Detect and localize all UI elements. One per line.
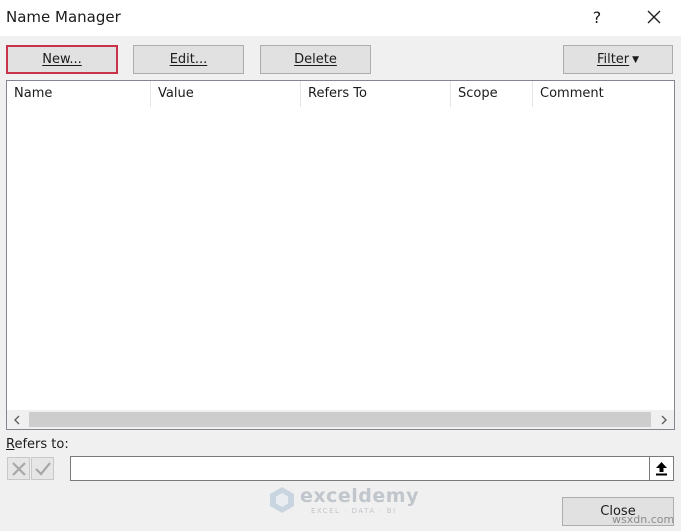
dialog-title: Name Manager	[6, 8, 121, 26]
filter-button-label: Filter	[596, 52, 630, 67]
cancel-edit-button[interactable]	[7, 457, 30, 480]
filter-button[interactable]: Filter ▼	[563, 45, 673, 74]
help-icon: ?	[592, 7, 602, 27]
new-button[interactable]: New...	[6, 45, 118, 74]
commit-edit-button[interactable]	[31, 457, 54, 480]
refers-to-label: Refers to:	[6, 437, 69, 452]
delete-button-label: Delete	[294, 52, 337, 67]
column-header-name[interactable]: Name	[7, 81, 151, 107]
edit-button-label: Edit...	[169, 52, 208, 67]
column-header-scope[interactable]: Scope	[451, 81, 533, 107]
watermark: exceldemy EXCEL · DATA · BI	[268, 484, 418, 518]
list-header: Name Value Refers To Scope Comment	[7, 81, 674, 107]
collapse-arrow-up-icon	[656, 462, 667, 476]
scroll-left-button[interactable]	[7, 410, 27, 429]
scrollbar-thumb[interactable]	[29, 412, 651, 427]
collapse-dialog-button[interactable]	[649, 456, 674, 481]
close-window-button[interactable]	[636, 2, 672, 32]
delete-button[interactable]: Delete	[260, 45, 371, 74]
checkmark-icon	[34, 461, 51, 476]
edit-button[interactable]: Edit...	[133, 45, 244, 74]
scroll-right-button[interactable]	[654, 410, 674, 429]
column-header-value[interactable]: Value	[151, 81, 301, 107]
exceldemy-logo-icon	[270, 487, 294, 513]
names-list[interactable]: Name Value Refers To Scope Comment	[6, 80, 675, 430]
column-header-refers-to[interactable]: Refers To	[301, 81, 451, 107]
horizontal-scrollbar[interactable]	[7, 410, 674, 429]
cross-icon	[11, 461, 26, 476]
caret-down-icon: ▼	[632, 54, 640, 65]
chevron-left-icon	[14, 415, 20, 424]
title-bar: Name Manager ?	[0, 0, 681, 36]
close-icon	[647, 10, 661, 24]
help-button[interactable]: ?	[579, 2, 615, 32]
new-button-label: New...	[42, 52, 82, 67]
refers-to-input[interactable]	[70, 456, 649, 481]
chevron-right-icon	[661, 415, 667, 424]
column-header-comment[interactable]: Comment	[533, 81, 674, 107]
watermark-tagline: EXCEL · DATA · BI	[311, 507, 397, 515]
watermark-name: exceldemy	[300, 485, 419, 507]
watermark-credit: wsxdn.com	[612, 513, 675, 526]
